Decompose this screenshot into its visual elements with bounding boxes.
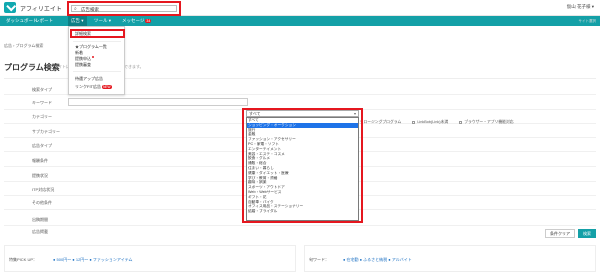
nav-messages[interactable]: メッセージ 34: [122, 16, 152, 26]
label-other: その他条件: [32, 200, 52, 205]
menu-linkfit[interactable]: リンクFIT広告 NEW: [75, 84, 112, 89]
label-reward: 報酬条件: [32, 158, 48, 163]
menu-program-list[interactable]: ★プログラム一覧: [75, 44, 107, 49]
label-subcategory: サブカテゴリー: [32, 129, 60, 134]
divider: [4, 225, 596, 226]
checkbox-option[interactable]: LinkBob(Link)未満: [412, 120, 448, 124]
pickup-panel: 特集PICK UP： ● 500円～ ● 12円～ ● ファッションアイテム: [4, 245, 296, 272]
category-option[interactable]: 結婚・ブライダル: [247, 209, 358, 214]
nav-dashboard[interactable]: ダッシュボード: [6, 16, 38, 26]
user-menu[interactable]: 仮山 花子様 ▾: [567, 4, 594, 10]
message-count-badge: 34: [145, 19, 152, 23]
pickup-links[interactable]: ● 500円～ ● 12円～ ● ファッションアイテム: [53, 257, 133, 263]
category-select-value: すべて: [249, 111, 261, 116]
search-highlight: ⌕ 広告検索: [67, 1, 181, 16]
label-search-type: 検索タイプ: [32, 87, 52, 92]
label-partnership: 提携状況: [32, 173, 48, 178]
ads-dropdown-menu: 詳細検索 ★プログラム一覧 新着 提携申込 提携審査 待遇アップ広告 リンクFI…: [68, 26, 125, 95]
search-icon: ⌕: [74, 6, 77, 12]
menu-divider: [73, 71, 121, 72]
keyword-input[interactable]: [68, 98, 248, 106]
pickup-label: 特集PICK UP：: [9, 257, 38, 262]
notice-dot: [92, 56, 94, 58]
search-button[interactable]: 検索: [578, 229, 596, 238]
site-select[interactable]: サイト選択: [579, 19, 597, 23]
trend-words-panel: 旬ワード： ● 在宅勤 ● ふるさと納税 ● アルバイト: [304, 245, 596, 272]
brand-name: アフィリエイト: [20, 7, 62, 13]
trend-links[interactable]: ● 在宅勤 ● ふるさと納税 ● アルバイト: [343, 257, 412, 263]
clear-button[interactable]: 条件クリア: [545, 229, 575, 238]
label-period: 出稿期間: [32, 217, 48, 222]
main-nav: ダッシュボード レポート 広告 ▾ ツール ▾ メッセージ 34 サイト選択: [0, 16, 600, 26]
nav-messages-label: メッセージ: [122, 18, 145, 23]
nav-report[interactable]: レポート: [35, 16, 53, 26]
menu-review[interactable]: 提携審査: [75, 62, 91, 67]
menu-new[interactable]: 新着: [75, 50, 83, 55]
checkbox-icon: [459, 120, 463, 124]
page-hint-tail: できます。: [124, 64, 144, 69]
new-badge: NEW: [102, 85, 112, 89]
menu-advanced-search[interactable]: 詳細検索: [75, 31, 91, 36]
label-itp: ITP対応状況: [32, 187, 55, 192]
chevron-down-icon: ▾: [353, 111, 356, 116]
label-category: カテゴリー: [32, 114, 52, 119]
trend-label: 旬ワード：: [309, 257, 329, 262]
top-bar: アフィリエイト ⌕ 広告検索 仮山 花子様 ▾: [0, 0, 600, 16]
label-keyword: キーワード: [32, 100, 52, 105]
menu-upgrade-ads[interactable]: 待遇アップ広告: [75, 76, 103, 81]
menu-apply-label: 提携申込: [75, 56, 91, 61]
menu-divider: [73, 41, 121, 42]
label-ad-type: 広告タイプ: [32, 143, 52, 148]
search-value: 広告検索: [81, 7, 99, 12]
page-title: プログラム検索: [4, 63, 60, 72]
nav-tools[interactable]: ツール ▾: [94, 16, 111, 26]
menu-linkfit-label: リンクFIT広告: [75, 84, 101, 89]
breadcrumb: 広告 › プログラム検索: [4, 43, 44, 48]
label-placement: 広告掲載: [32, 229, 48, 234]
checkbox-icon: [412, 120, 416, 124]
menu-apply[interactable]: 提携申込: [75, 56, 94, 61]
search-input[interactable]: ⌕ 広告検索: [71, 5, 177, 12]
category-options-list: すべて ショッピング・オークション 旅行 金融 ファッション・アクセサリー PC・家電・ソ…: [246, 117, 359, 221]
checkbox-option[interactable]: ブラウザー・アプリ機能対応: [459, 120, 514, 124]
nav-ads[interactable]: 広告 ▾: [68, 16, 87, 26]
logo-icon[interactable]: [4, 2, 16, 13]
category-select[interactable]: すべて ▾: [246, 110, 359, 117]
